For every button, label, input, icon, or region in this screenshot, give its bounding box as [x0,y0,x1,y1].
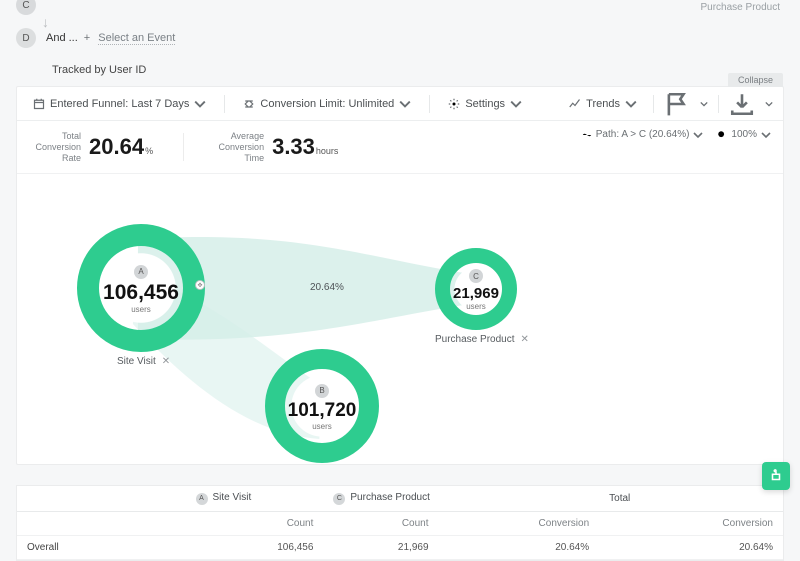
metrics-bar: Total Conversion Rate 20.64% Average Con… [17,121,783,174]
node-c[interactable]: C 21,969 users [435,248,517,330]
panel-toolbar: Entered Funnel: Last 7 Days Conversion L… [17,87,783,121]
funnel-viz: A 106,456 users ✥ Site Visit ✕ 20.64% C … [17,174,783,464]
search-icon [717,130,727,140]
table-col-total-header: Total [599,486,783,511]
trends-icon [569,98,581,110]
row-c-count: 21,969 [323,535,438,559]
table-c-conv-head: Conversion [439,511,600,535]
chevron-down-icon[interactable] [700,100,708,108]
node-a-value: 106,456 [103,281,179,305]
settings-label: Settings [465,98,505,110]
node-c-value: 21,969 [453,285,499,302]
avg-conversion-unit: hours [316,146,339,156]
step-d-circle: D [16,28,36,48]
path-icon [582,130,592,140]
node-letter-a-icon: A [196,493,208,505]
avg-conversion-metric: Average Conversion Time 3.33hours [214,131,338,163]
trends-label: Trends [586,98,620,110]
row-c-conv: 20.64% [439,535,600,559]
node-b[interactable]: B 101,720 users [265,349,379,463]
total-conversion-unit: % [145,146,153,156]
row-total-conv: 20.64% [599,535,783,559]
conversion-icon [243,98,255,110]
total-conversion-metric: Total Conversion Rate 20.64% [31,131,153,163]
table-row[interactable]: Overall 106,456 21,969 20.64% 20.64% [17,535,783,559]
divider [224,95,225,113]
flag-button[interactable] [664,93,690,115]
step-plus[interactable]: + [84,32,90,44]
row-a-count: 106,456 [186,535,324,559]
node-c-users: users [453,302,499,311]
row-overall-label: Overall [17,535,186,559]
node-a-label: Site Visit [117,356,156,367]
avg-conversion-label: Average Conversion Time [214,131,264,163]
step-c-row: C [16,0,784,10]
robot-icon [769,469,783,483]
entered-funnel-dropdown[interactable]: Entered Funnel: Last 7 Days [27,94,212,114]
funnel-percentage: 20.64% [310,282,344,293]
table-blank-header [17,486,186,511]
divider [718,95,719,113]
close-icon[interactable]: ✕ [162,356,170,367]
chevron-down-icon [194,98,206,110]
node-b-users: users [288,422,357,431]
conversion-limit-label: Conversion Limit: Unlimited [260,98,394,110]
collapse-button[interactable]: Collapse [728,73,783,87]
node-letter-c-icon: C [333,493,345,505]
conversion-limit-dropdown[interactable]: Conversion Limit: Unlimited [237,94,417,114]
table-empty-subhead [17,511,186,535]
node-c-letter: C [469,269,483,283]
help-fab[interactable] [762,462,790,490]
chevron-down-icon [510,98,522,110]
calendar-icon [33,98,45,110]
node-a-label-row: Site Visit ✕ [117,356,170,367]
node-c-label: Purchase Product [435,334,515,345]
divider [653,95,654,113]
download-icon [729,91,755,117]
total-conversion-label: Total Conversion Rate [31,131,81,163]
node-b-letter: B [315,384,329,398]
zoom-selector[interactable]: 100% [717,129,771,140]
path-label: Path: A > C (20.64%) [596,129,690,140]
divider [429,95,430,113]
chevron-down-icon [625,98,637,110]
close-icon[interactable]: ✕ [521,334,529,345]
chevron-down-icon [399,98,411,110]
chevron-down-icon[interactable] [765,100,773,108]
node-c-label-row: Purchase Product ✕ [435,334,529,345]
results-table: ASite Visit CPurchase Product Total Coun… [16,485,784,561]
node-a-letter: A [134,265,148,279]
chevron-down-icon [761,130,771,140]
tracked-by-text: Tracked by User ID [16,54,784,86]
gear-icon [448,98,460,110]
total-conversion-value: 20.64 [89,134,144,159]
table-total-conv-head: Conversion [599,511,783,535]
node-a[interactable]: A 106,456 users [77,224,205,352]
select-event-link[interactable]: Select an Event [98,32,175,45]
table-col-a-header: ASite Visit [186,486,324,511]
node-b-value: 101,720 [288,400,357,422]
settings-dropdown[interactable]: Settings [442,94,528,114]
trends-dropdown[interactable]: Trends [563,94,643,114]
zoom-label: 100% [731,129,757,140]
path-selector[interactable]: Path: A > C (20.64%) [582,129,704,140]
table-a-count-head: Count [186,511,324,535]
entered-funnel-label: Entered Funnel: Last 7 Days [50,98,189,110]
node-a-users: users [103,305,179,314]
funnel-panel: Collapse Entered Funnel: Last 7 Days Con… [16,86,784,465]
export-button[interactable] [729,93,755,115]
flag-icon [664,91,690,117]
table-col-c-header: CPurchase Product [323,486,599,511]
divider [183,133,184,161]
step-d-row: D And ... + Select an Event [16,24,784,52]
step-and-text: And ... [46,32,78,44]
chevron-down-icon [693,130,703,140]
avg-conversion-value: 3.33 [272,134,315,159]
table-c-count-head: Count [323,511,438,535]
